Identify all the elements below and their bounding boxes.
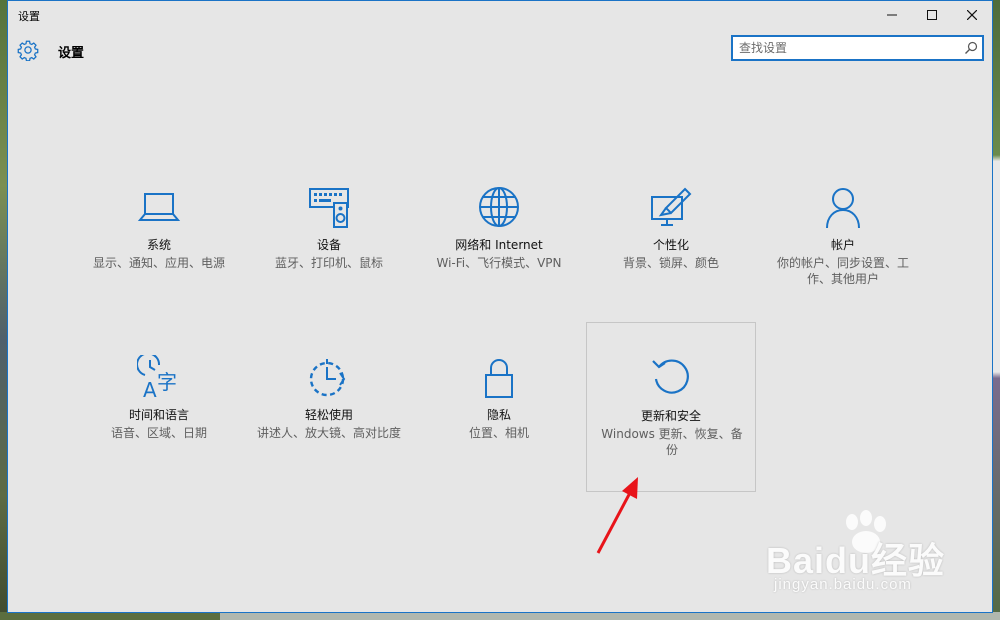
search-icon[interactable] [964,41,978,55]
baidu-watermark: Baidu经验 jingyan.baidu.com [760,510,960,600]
tile-time-language-desc: 语音、区域、日期 [110,426,207,440]
gear-icon [17,40,39,61]
lock-icon [485,359,513,398]
tile-system[interactable]: 系统 显示、通知、应用、电源 [74,175,244,345]
tile-personalization[interactable]: 个性化 背景、锁屏、颜色 [586,175,756,345]
tile-system-desc: 显示、通知、应用、电源 [92,256,225,270]
maximize-icon [927,10,937,20]
search-input[interactable] [739,40,959,56]
globe-icon [479,187,519,227]
tile-network-desc: Wi-Fi、飞行模式、VPN [436,256,562,270]
close-button[interactable] [952,1,992,29]
search-box[interactable] [731,35,984,61]
tile-privacy-label: 隐私 [486,408,511,422]
tile-ease-of-access-desc: 讲述人、放大镜、高对比度 [256,426,401,440]
tile-personalization-label: 个性化 [652,238,689,252]
svg-text:字: 字 [157,370,177,394]
page-title: 设置 [58,46,85,61]
tile-devices-desc: 蓝牙、打印机、鼠标 [274,256,383,270]
tile-system-label: 系统 [146,238,171,252]
maximize-button[interactable] [912,1,952,29]
tile-update-security-label: 更新和安全 [640,409,701,423]
tile-personalization-desc: 背景、锁屏、颜色 [622,256,719,270]
tile-accounts[interactable]: 帐户 你的帐户、同步设置、工作、其他用户 [758,175,928,345]
tile-update-security-desc: Windows 更新、恢复、备份 [601,427,743,457]
desktop-background-right [992,0,1000,620]
tile-network[interactable]: 网络和 Internet Wi-Fi、飞行模式、VPN [414,175,584,345]
tile-privacy-desc: 位置、相机 [468,426,529,440]
minimize-button[interactable] [872,1,912,29]
tile-accounts-desc: 你的帐户、同步设置、工作、其他用户 [776,256,909,286]
person-icon [826,188,860,229]
tile-ease-of-access[interactable]: 轻松使用 讲述人、放大镜、高对比度 [244,345,414,515]
ease-of-access-icon [309,359,346,397]
tile-ease-of-access-label: 轻松使用 [304,408,353,422]
tile-update-security[interactable]: 更新和安全 Windows 更新、恢复、备份 [586,322,756,492]
annotation-arrow [596,477,638,554]
refresh-icon [652,359,689,394]
laptop-icon [137,193,181,221]
tile-time-language[interactable]: A 字 时间和语言 语音、区域、日期 [74,345,244,515]
title-bar[interactable]: 设置 [8,1,992,29]
time-language-icon: A 字 [137,355,177,399]
window-title: 设置 [18,10,40,23]
watermark-url: jingyan.baidu.com [774,576,912,593]
tile-devices[interactable]: 设备 蓝牙、打印机、鼠标 [244,175,414,345]
devices-icon [309,188,349,228]
tile-network-label: 网络和 Internet [455,238,543,252]
tile-privacy[interactable]: 隐私 位置、相机 [414,345,584,515]
desktop-background-bottom [0,612,1000,620]
tile-accounts-label: 帐户 [830,238,855,252]
tile-devices-label: 设备 [316,238,341,252]
tile-time-language-label: 时间和语言 [128,408,189,422]
close-icon [967,10,977,20]
minimize-icon [887,14,897,16]
personalization-icon [651,187,692,226]
svg-text:A: A [143,378,157,399]
